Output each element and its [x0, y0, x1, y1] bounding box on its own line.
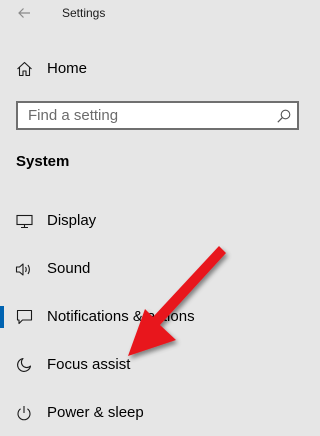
sidebar-item-label: Power & sleep [47, 404, 144, 421]
sidebar-item-label: Focus assist [47, 356, 131, 373]
sidebar-item-display[interactable]: Display [0, 201, 312, 241]
search-box[interactable] [16, 101, 299, 130]
sidebar-item-power-sleep[interactable]: Power & sleep [0, 393, 312, 433]
home-link[interactable]: Home [0, 49, 312, 89]
back-arrow-icon [18, 8, 30, 18]
app-title: Settings [62, 6, 106, 20]
sidebar-item-label: Sound [47, 260, 91, 277]
display-icon [14, 212, 34, 230]
home-icon [14, 60, 34, 78]
moon-icon [14, 356, 34, 374]
section-title: System [16, 153, 70, 170]
title-bar: Settings [0, 0, 312, 28]
sidebar-item-notifications[interactable]: Notifications & actions [0, 297, 312, 337]
notifications-icon [14, 308, 34, 326]
power-icon [14, 404, 34, 422]
speaker-icon [14, 260, 34, 278]
home-label: Home [47, 60, 88, 77]
search-icon[interactable] [276, 108, 292, 124]
search-input[interactable] [18, 103, 268, 128]
sidebar-item-focus-assist[interactable]: Focus assist [0, 345, 312, 385]
back-button[interactable] [10, 2, 38, 24]
sidebar-item-label: Notifications & actions [47, 308, 195, 325]
sidebar-item-sound[interactable]: Sound [0, 249, 312, 289]
sidebar-item-label: Display [47, 212, 97, 229]
